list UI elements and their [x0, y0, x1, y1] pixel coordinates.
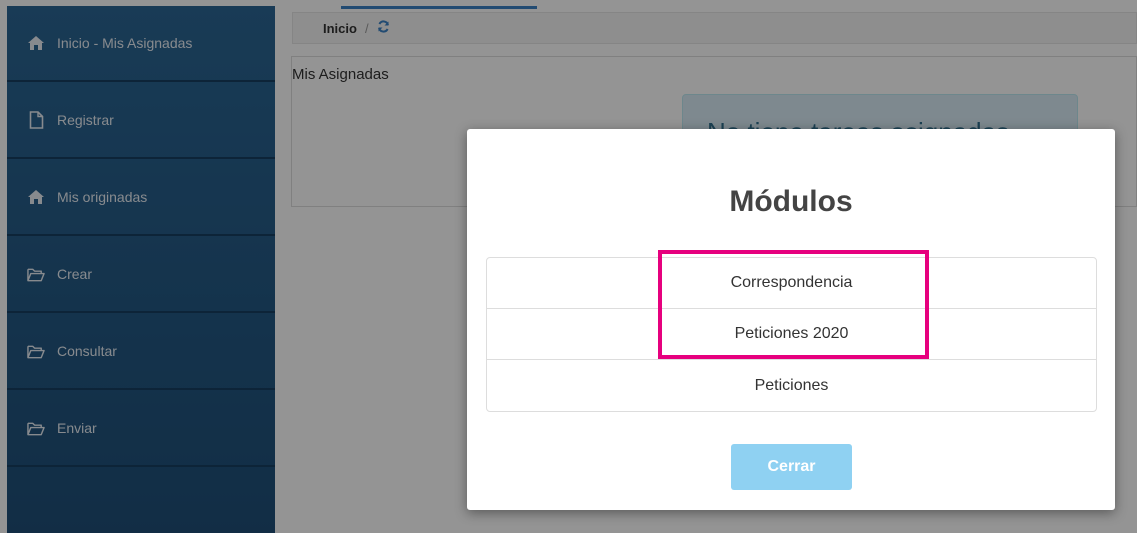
- modules-list: Correspondencia Peticiones 2020 Peticion…: [486, 257, 1097, 412]
- module-item-peticiones-2020[interactable]: Peticiones 2020: [487, 309, 1096, 360]
- modules-modal: Módulos Correspondencia Peticiones 2020 …: [467, 129, 1115, 510]
- module-item-correspondencia[interactable]: Correspondencia: [487, 258, 1096, 309]
- module-item-peticiones[interactable]: Peticiones: [487, 360, 1096, 411]
- close-button[interactable]: Cerrar: [731, 444, 852, 490]
- modal-title: Módulos: [729, 185, 853, 218]
